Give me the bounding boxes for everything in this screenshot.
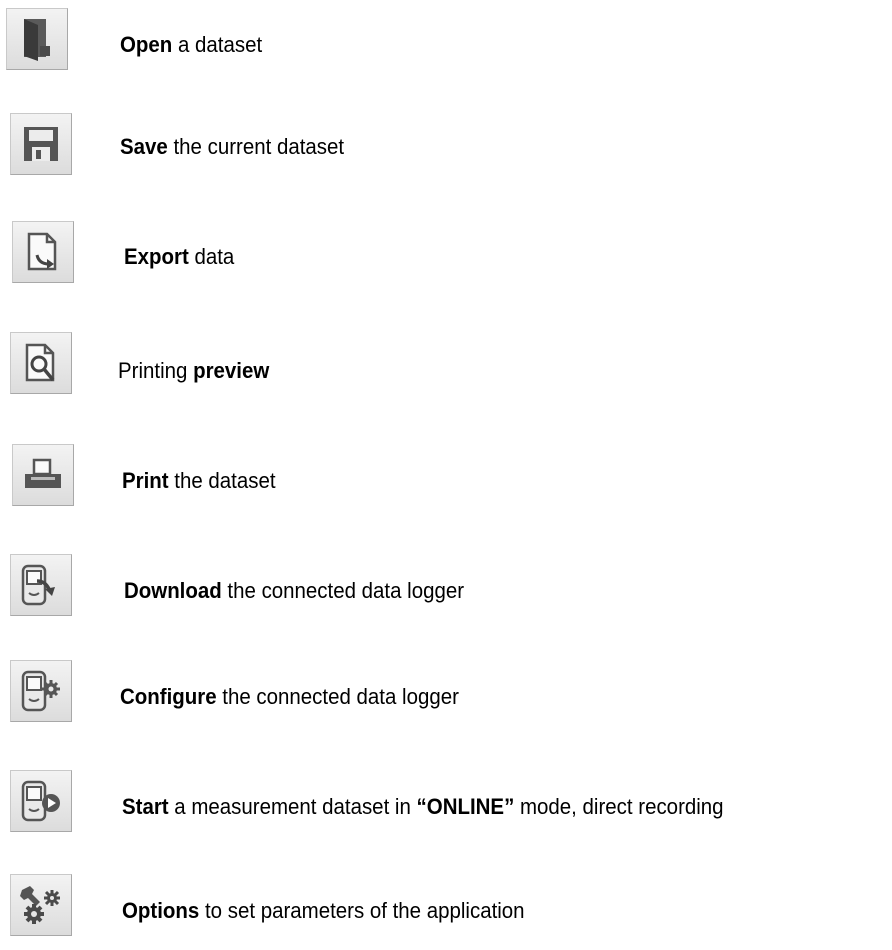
download-description: the connected data logger [221,578,465,603]
online-keyword: “ONLINE” [416,794,515,819]
open-description: a dataset [172,32,263,57]
start-description: a measurement dataset in [168,794,417,819]
help-label-configure: Configure the connected data logger [120,684,459,710]
print-keyword: Print [122,468,169,493]
options-button[interactable] [10,874,72,936]
configure-keyword: Configure [120,684,217,709]
open-folder-icon [20,16,54,62]
print-preview-icon [21,342,61,384]
help-label-save: Save the current dataset [120,134,344,160]
print-description: the dataset [168,468,276,493]
configure-button[interactable] [10,660,72,722]
help-row-download: Download the connected data logger [0,540,892,620]
options-description: to set parameters of the application [199,898,525,923]
save-description: the current dataset [167,134,345,159]
preview-prefix: Printing [118,358,194,383]
help-row-options: Options to set parameters of the applica… [0,864,892,944]
help-label-preview: Printing preview [118,358,269,384]
help-label-options: Options to set parameters of the applica… [122,898,525,924]
help-label-open: Open a dataset [120,32,262,58]
help-label-start: Start a measurement dataset in “ONLINE” … [122,794,724,820]
download-keyword: Download [124,578,222,603]
help-label-download: Download the connected data logger [124,578,464,604]
export-description: data [188,244,235,269]
print-button[interactable] [12,444,74,506]
help-row-export: Export data [0,216,892,296]
start-description-tail: mode, direct recording [514,794,724,819]
options-gears-icon [18,882,64,928]
printer-icon [22,457,64,493]
print-preview-button[interactable] [10,332,72,394]
preview-keyword: preview [193,358,270,383]
start-keyword: Start [122,794,169,819]
start-online-button[interactable] [10,770,72,832]
open-button[interactable] [6,8,68,70]
options-keyword: Options [122,898,200,923]
export-document-icon [23,231,63,273]
help-row-save: Save the current dataset [0,108,892,188]
save-keyword: Save [120,134,168,159]
start-online-icon [19,779,63,823]
download-button[interactable] [10,554,72,616]
help-row-open: Open a dataset [0,0,892,80]
help-row-configure: Configure the connected data logger [0,648,892,728]
open-keyword: Open [120,32,173,57]
download-logger-icon [19,563,63,607]
export-button[interactable] [12,221,74,283]
help-row-preview: Printing preview [0,324,892,404]
save-button[interactable] [10,113,72,175]
help-label-print: Print the dataset [122,468,276,494]
export-keyword: Export [124,244,189,269]
save-disk-icon [22,125,60,163]
configure-description: the connected data logger [216,684,459,709]
help-row-print: Print the dataset [0,432,892,512]
help-row-start: Start a measurement dataset in “ONLINE” … [0,756,892,836]
configure-logger-icon [19,669,63,713]
help-label-export: Export data [124,244,234,270]
